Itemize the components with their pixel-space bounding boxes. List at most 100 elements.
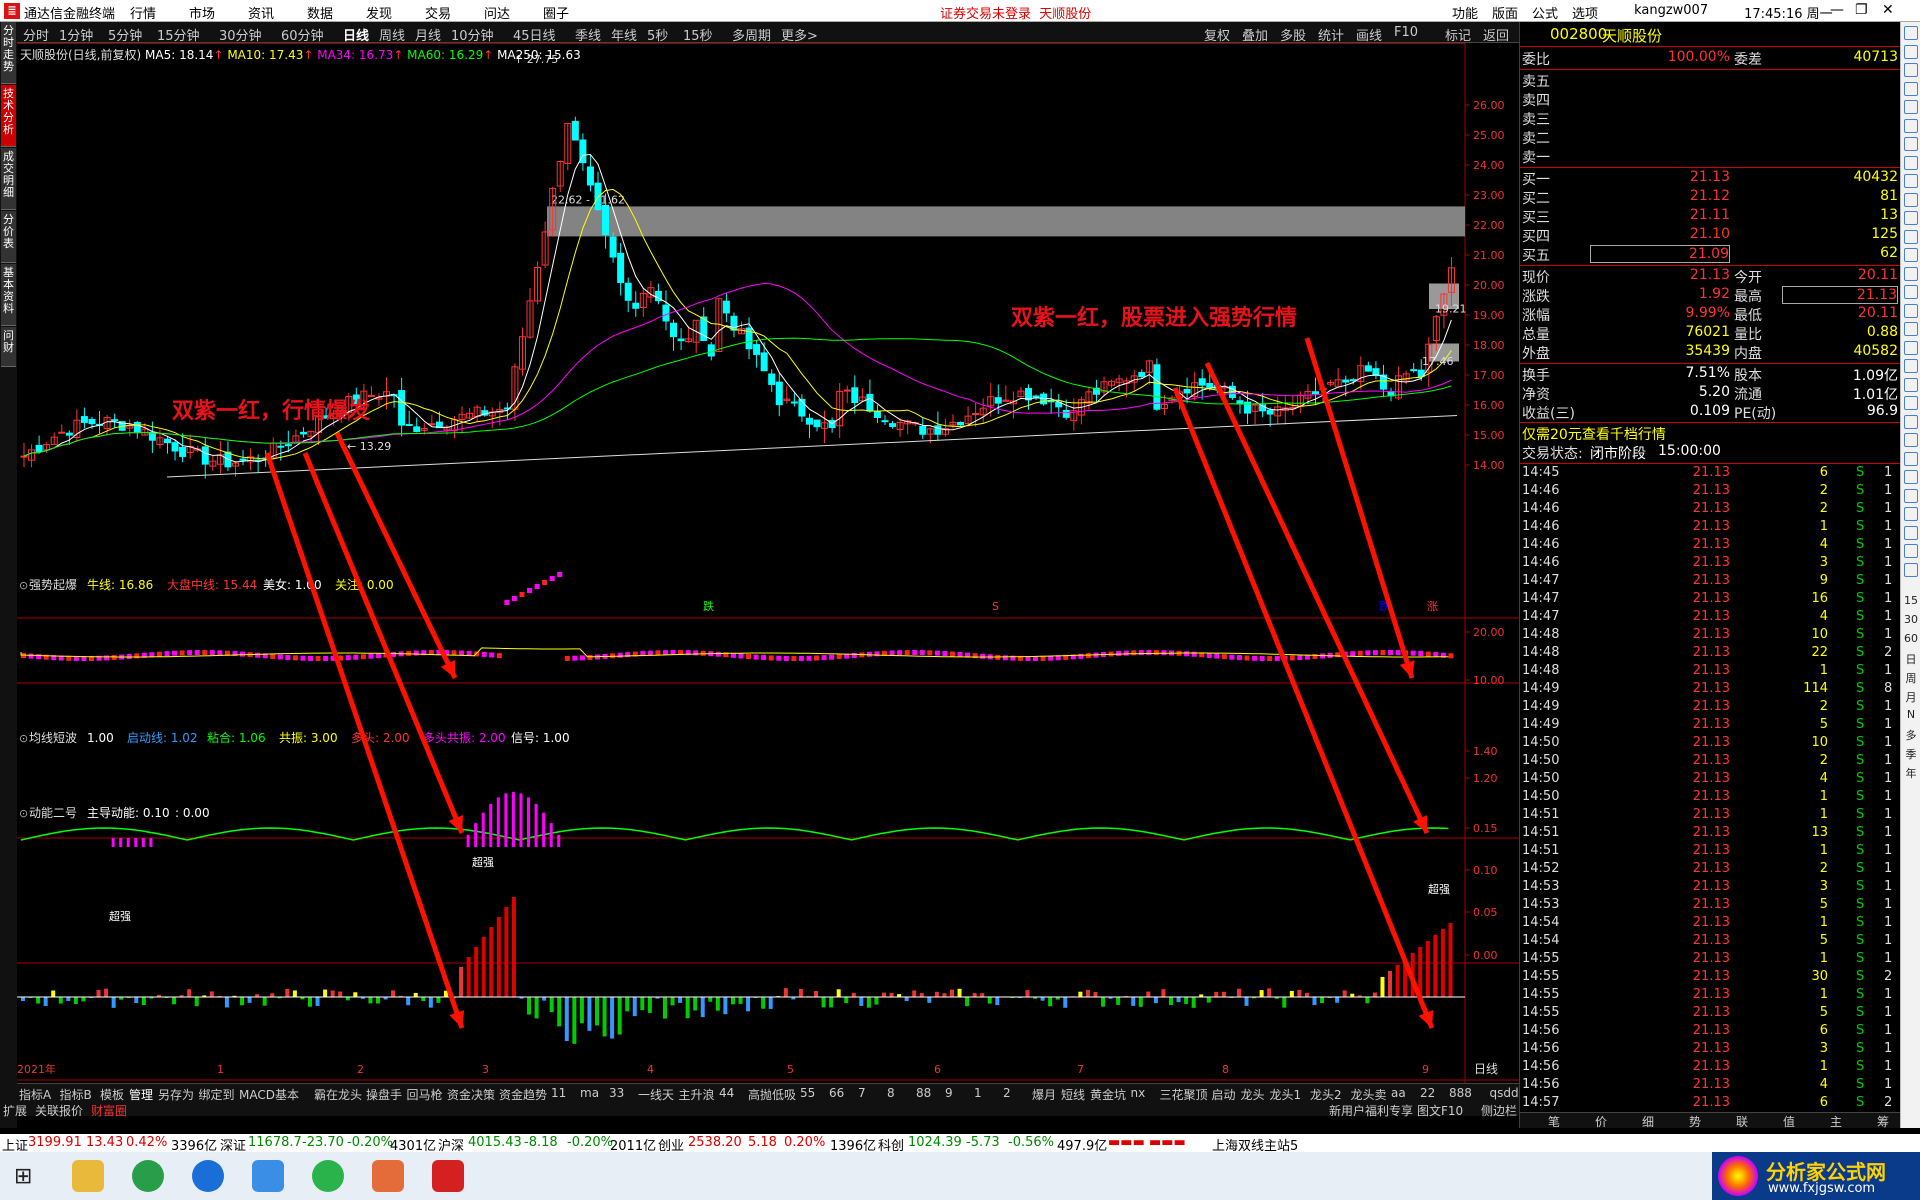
formula-tab-29[interactable]: 黄金坑 bbox=[1090, 1086, 1126, 1103]
toolbar-tool-icon[interactable] bbox=[1904, 266, 1918, 281]
ext-tab-2[interactable]: 财富圈 bbox=[91, 1102, 127, 1119]
formula-tab-21[interactable]: 7 bbox=[858, 1086, 866, 1100]
kline-chart[interactable]: 26.0025.0024.0023.0022.0021.0020.0019.00… bbox=[17, 43, 1519, 1083]
period-tab-10[interactable]: 45日线 bbox=[513, 25, 556, 44]
formula-tab-15[interactable]: 一线天 bbox=[638, 1086, 674, 1103]
formula-tab-22[interactable]: 8 bbox=[887, 1086, 895, 1100]
buy-level-row[interactable]: 买四 21.10 125 bbox=[1520, 226, 1901, 245]
toolbar-tool-icon[interactable] bbox=[1904, 488, 1918, 503]
toolbar-tool-icon[interactable] bbox=[1904, 155, 1918, 170]
quote-tab-1[interactable]: 价 bbox=[1595, 1113, 1607, 1130]
formula-tab-14[interactable]: 33 bbox=[609, 1086, 624, 1100]
formula-tab-6[interactable]: MACD基本 bbox=[239, 1086, 299, 1103]
ext-tab-0[interactable]: 扩展 bbox=[3, 1102, 27, 1119]
toolbar-tool-icon[interactable] bbox=[1904, 303, 1918, 318]
menu-item-zixun[interactable]: 资讯 bbox=[248, 3, 307, 22]
menu-banmian[interactable]: 版面 bbox=[1492, 3, 1518, 22]
quote-tab-2[interactable]: 细 bbox=[1642, 1113, 1654, 1130]
period-tab-14[interactable]: 15秒 bbox=[683, 25, 713, 44]
formula-tab-8[interactable]: 操盘手 bbox=[366, 1086, 402, 1103]
formula-tab-33[interactable]: 龙头 bbox=[1241, 1086, 1265, 1103]
quote-tab-6[interactable]: 主 bbox=[1830, 1113, 1842, 1130]
restore-icon[interactable]: ❐ bbox=[1855, 2, 1868, 18]
formula-tab-5[interactable]: 绑定到 bbox=[199, 1086, 235, 1103]
quote-tab-3[interactable]: 势 bbox=[1689, 1113, 1701, 1130]
toolbar-tool-icon[interactable] bbox=[1904, 544, 1918, 558]
quote-tab-5[interactable]: 值 bbox=[1783, 1113, 1795, 1130]
promo-row[interactable]: 仅需20元查看千档行情 bbox=[1520, 424, 1901, 443]
menu-item-hangqing[interactable]: 行情 bbox=[130, 3, 189, 22]
formula-tab-38[interactable]: 22 bbox=[1420, 1086, 1435, 1100]
formula-tab-7[interactable]: 霸在龙头 bbox=[314, 1086, 362, 1103]
chart-tool-5[interactable]: F10 bbox=[1394, 25, 1418, 40]
toolbar-tool-icon[interactable] bbox=[1904, 26, 1918, 40]
quote-tab-7[interactable]: 筹 bbox=[1877, 1113, 1889, 1130]
period-tab-13[interactable]: 5秒 bbox=[647, 25, 668, 44]
sell-level-row[interactable]: 卖五 bbox=[1520, 71, 1901, 90]
period-shortcut[interactable]: 周 bbox=[1903, 670, 1919, 686]
k-app-icon[interactable] bbox=[192, 1160, 224, 1192]
chart-tool-2[interactable]: 多股 bbox=[1280, 25, 1306, 44]
cards-icon[interactable] bbox=[372, 1160, 404, 1192]
feishu-icon[interactable] bbox=[252, 1160, 284, 1192]
formula-tab-39[interactable]: 888 bbox=[1449, 1086, 1472, 1100]
buy-level-row[interactable]: 买二 21.12 81 bbox=[1520, 188, 1901, 207]
period-shortcut[interactable]: 15 bbox=[1903, 594, 1919, 607]
toolbar-tool-icon[interactable] bbox=[1904, 137, 1918, 151]
formula-tab-40[interactable]: qsdd bbox=[1490, 1086, 1519, 1100]
formula-tab-4[interactable]: 另存为 bbox=[158, 1086, 194, 1103]
toolbar-tool-icon[interactable] bbox=[1904, 414, 1918, 429]
menu-item-shichang[interactable]: 市场 bbox=[189, 3, 248, 22]
file-explorer-icon[interactable] bbox=[72, 1160, 104, 1192]
chart-tool-4[interactable]: 画线 bbox=[1356, 25, 1382, 44]
formula-tab-24[interactable]: 9 bbox=[945, 1086, 953, 1100]
formula-tab-37[interactable]: aa bbox=[1391, 1086, 1406, 1100]
toolbar-tool-icon[interactable] bbox=[1904, 433, 1918, 447]
wechat-icon[interactable] bbox=[312, 1160, 344, 1192]
formula-tab-12[interactable]: 11 bbox=[551, 1086, 566, 1100]
formula-tab-26[interactable]: 2 bbox=[1003, 1086, 1011, 1100]
bottom-right-link-2[interactable]: 侧边栏 bbox=[1481, 1102, 1517, 1119]
menu-gongshi[interactable]: 公式 bbox=[1532, 3, 1558, 22]
quote-tab-0[interactable]: 笔 bbox=[1548, 1113, 1560, 1130]
chart-tool-3[interactable]: 统计 bbox=[1318, 25, 1344, 44]
formula-tab-2[interactable]: 模板 bbox=[100, 1086, 124, 1103]
toolbar-tool-icon[interactable] bbox=[1904, 340, 1918, 355]
period-tab-1[interactable]: 1分钟 bbox=[59, 25, 93, 44]
formula-tab-28[interactable]: 短线 bbox=[1061, 1086, 1085, 1103]
toolbar-tool-icon[interactable] bbox=[1904, 248, 1918, 262]
formula-tab-19[interactable]: 55 bbox=[800, 1086, 815, 1100]
period-tab-9[interactable]: 10分钟 bbox=[451, 25, 494, 44]
toolbar-tool-icon[interactable] bbox=[1904, 229, 1918, 244]
toolbar-tool-icon[interactable] bbox=[1904, 507, 1918, 521]
close-icon[interactable]: ✕ bbox=[1882, 2, 1894, 18]
tab-jibenziliao[interactable]: 基本资料 bbox=[1, 264, 16, 326]
period-tab-8[interactable]: 月线 bbox=[415, 25, 441, 44]
toolbar-tool-icon[interactable] bbox=[1904, 396, 1918, 410]
period-shortcut[interactable]: N bbox=[1903, 708, 1919, 721]
chart-tool-6[interactable]: 标记 bbox=[1445, 25, 1471, 44]
toolbar-tool-icon[interactable] bbox=[1904, 81, 1918, 96]
sell-level-row[interactable]: 卖一 bbox=[1520, 147, 1901, 166]
toolbar-tool-icon[interactable] bbox=[1904, 100, 1918, 114]
menu-item-wenda[interactable]: 问达 bbox=[484, 3, 543, 22]
toolbar-tool-icon[interactable] bbox=[1904, 174, 1918, 188]
formula-tab-0[interactable]: 指标A bbox=[19, 1086, 51, 1103]
sell-level-row[interactable]: 卖二 bbox=[1520, 128, 1901, 147]
period-tab-5[interactable]: 60分钟 bbox=[281, 25, 324, 44]
toolbar-tool-icon[interactable] bbox=[1904, 525, 1918, 540]
period-tab-7[interactable]: 周线 bbox=[379, 25, 405, 44]
toolbar-tool-icon[interactable] bbox=[1904, 377, 1918, 392]
toolbar-tool-icon[interactable] bbox=[1904, 451, 1918, 466]
period-shortcut[interactable]: 多 bbox=[1903, 727, 1919, 743]
tab-chengjiaomingxi[interactable]: 成交明细 bbox=[1, 148, 16, 210]
menu-item-quanzi[interactable]: 圈子 bbox=[543, 3, 602, 22]
formula-tab-20[interactable]: 66 bbox=[829, 1086, 844, 1100]
menu-gongneng[interactable]: 功能 bbox=[1452, 3, 1478, 22]
period-tab-11[interactable]: 季线 bbox=[575, 25, 601, 44]
minimize-icon[interactable]: — bbox=[1830, 2, 1844, 18]
toolbar-tool-icon[interactable] bbox=[1904, 192, 1918, 207]
formula-tab-36[interactable]: 龙头卖 bbox=[1351, 1086, 1387, 1103]
formula-tab-30[interactable]: nx bbox=[1131, 1086, 1146, 1100]
tab-wencai[interactable]: 问财 bbox=[1, 327, 16, 367]
